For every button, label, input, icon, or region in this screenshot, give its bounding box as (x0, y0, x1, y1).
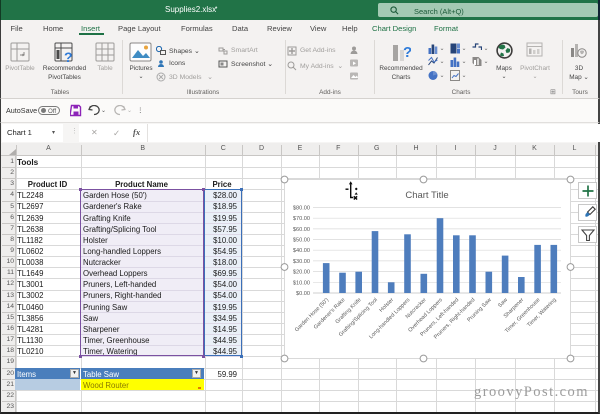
svg-text:$60.00: $60.00 (293, 227, 310, 233)
svg-text:$10.00: $10.00 (293, 280, 310, 286)
svg-text:$20.00: $20.00 (293, 270, 310, 276)
svg-text:$70.00: $70.00 (293, 216, 310, 222)
svg-text:$0.00: $0.00 (296, 291, 310, 297)
svg-text:Chart Title: Chart Title (405, 190, 448, 201)
svg-text:$50.00: $50.00 (293, 238, 310, 244)
svg-text:?: ? (64, 49, 73, 65)
svg-text:$40.00: $40.00 (293, 248, 310, 254)
svg-text:$80.00: $80.00 (293, 206, 310, 212)
svg-text:?: ? (403, 44, 411, 61)
svg-text:$30.00: $30.00 (293, 259, 310, 265)
